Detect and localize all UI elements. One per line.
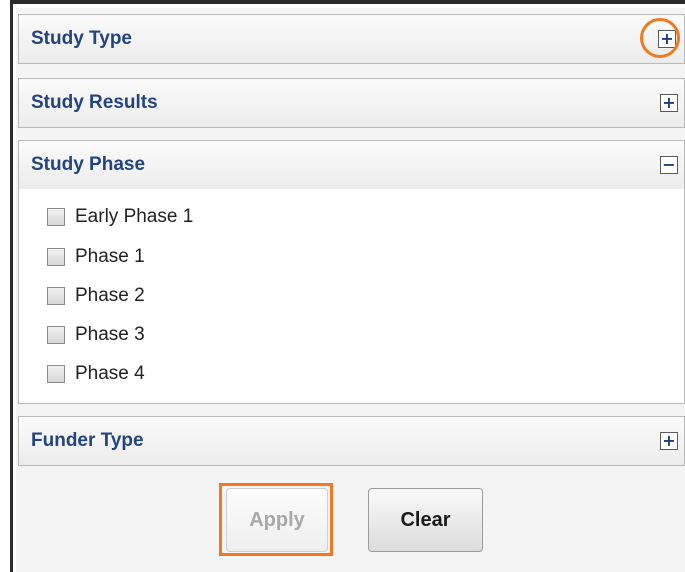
checkbox[interactable] xyxy=(47,365,65,383)
section-header-study-type[interactable]: Study Type + xyxy=(18,14,685,64)
option-phase-3[interactable]: Phase 3 xyxy=(47,323,145,347)
clear-button[interactable]: Clear xyxy=(368,488,483,552)
section-title: Study Results xyxy=(31,92,158,113)
highlight-circle xyxy=(640,18,680,58)
option-label: Phase 1 xyxy=(75,246,145,267)
option-phase-1[interactable]: Phase 1 xyxy=(47,245,145,269)
expand-plus-icon[interactable]: + xyxy=(660,432,678,450)
checkbox[interactable] xyxy=(47,248,65,266)
option-label: Phase 3 xyxy=(75,324,145,345)
section-title: Funder Type xyxy=(31,430,144,451)
option-early-phase-1[interactable]: Early Phase 1 xyxy=(47,205,193,229)
checkbox[interactable] xyxy=(47,287,65,305)
option-phase-4[interactable]: Phase 4 xyxy=(47,362,145,386)
section-title: Study Type xyxy=(31,28,132,49)
checkbox[interactable] xyxy=(47,326,65,344)
checkbox[interactable] xyxy=(47,208,65,226)
section-header-study-results[interactable]: Study Results + xyxy=(18,78,685,128)
section-title: Study Phase xyxy=(31,154,146,175)
option-label: Phase 4 xyxy=(75,363,145,384)
expand-plus-icon[interactable]: + xyxy=(660,94,678,112)
option-phase-2[interactable]: Phase 2 xyxy=(47,284,145,308)
section-header-study-phase[interactable]: Study Phase − xyxy=(18,140,685,190)
frame-border-left xyxy=(10,0,13,572)
option-label: Early Phase 1 xyxy=(75,206,194,227)
study-phase-options: Early Phase 1 Phase 1 Phase 2 Phase 3 Ph… xyxy=(18,189,685,404)
apply-highlight-box xyxy=(219,483,333,556)
option-label: Phase 2 xyxy=(75,285,145,306)
section-header-funder-type[interactable]: Funder Type + xyxy=(18,416,685,466)
frame-border-top xyxy=(10,0,685,4)
collapse-minus-icon[interactable]: − xyxy=(660,156,678,174)
